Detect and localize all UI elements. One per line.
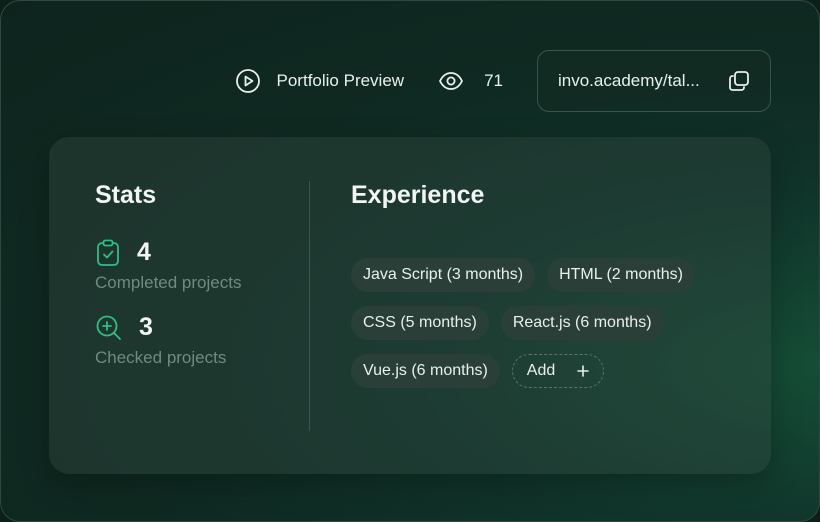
portfolio-url: invo.academy/tal... — [558, 71, 700, 90]
stats-title: Stats — [95, 181, 157, 209]
portfolio-preview-button[interactable]: Portfolio Preview — [235, 68, 405, 94]
search-plus-icon — [95, 314, 123, 342]
completed-projects-stat: 4 Completed projects — [95, 238, 309, 293]
checked-projects-label: Checked projects — [95, 348, 227, 367]
portfolio-window: Portfolio Preview 71 invo.academy/tal... — [0, 0, 820, 522]
add-experience-button[interactable]: Add — [511, 354, 605, 388]
play-circle-icon — [235, 68, 261, 94]
views-count: 71 — [484, 71, 503, 90]
portfolio-url-field[interactable]: invo.academy/tal... — [537, 50, 771, 112]
experience-title: Experience — [351, 181, 485, 209]
views-counter: 71 — [438, 71, 503, 91]
eye-icon — [438, 71, 464, 91]
copy-icon[interactable] — [728, 70, 750, 92]
experience-tag[interactable]: React.js (6 months) — [500, 306, 664, 340]
experience-section: Experience Java Script (3 months) HTML (… — [351, 181, 741, 388]
clipboard-check-icon — [95, 239, 121, 267]
completed-projects-value: 4 — [137, 238, 151, 266]
experience-tag[interactable]: HTML (2 months) — [547, 258, 695, 292]
profile-card: Stats 4 Completed projects 3 Checked pro… — [49, 137, 771, 474]
checked-projects-value: 3 — [139, 313, 153, 341]
section-divider — [309, 181, 310, 431]
header-bar: Portfolio Preview 71 invo.academy/tal... — [235, 49, 771, 113]
stats-section: Stats 4 Completed projects 3 Checked pro… — [95, 181, 309, 368]
plus-icon — [577, 365, 590, 377]
portfolio-preview-label: Portfolio Preview — [276, 71, 405, 90]
experience-tags: Java Script (3 months) HTML (2 months) C… — [351, 258, 741, 388]
experience-tag[interactable]: CSS (5 months) — [351, 306, 489, 340]
completed-projects-label: Completed projects — [95, 273, 242, 292]
add-experience-label: Add — [526, 362, 556, 379]
checked-projects-stat: 3 Checked projects — [95, 313, 309, 368]
experience-tag[interactable]: Java Script (3 months) — [351, 258, 536, 292]
experience-tag[interactable]: Vue.js (6 months) — [351, 354, 500, 388]
